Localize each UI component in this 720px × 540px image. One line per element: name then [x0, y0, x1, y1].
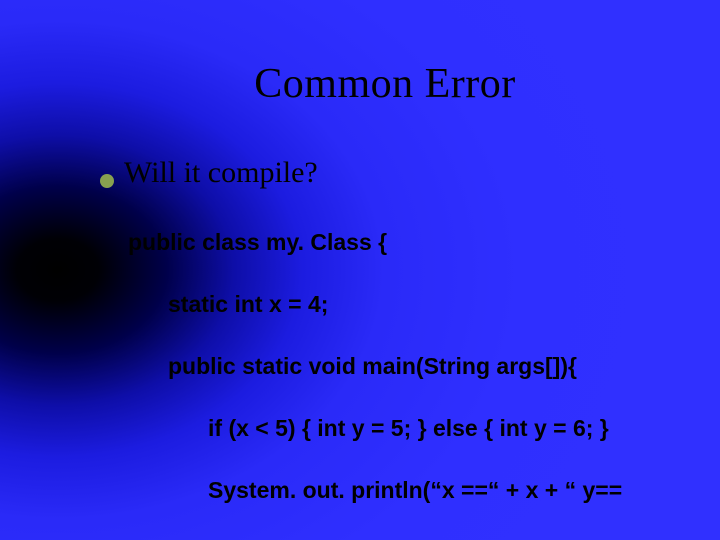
bullet-icon — [100, 174, 114, 188]
code-line: System. out. println(“x ==“ + x + “ y== — [128, 475, 670, 506]
code-line: public class my. Class { — [128, 227, 670, 258]
slide: Common Error Will it compile? public cla… — [0, 0, 720, 540]
code-line: if (x < 5) { int y = 5; } else { int y =… — [128, 413, 670, 444]
bullet-item: Will it compile? — [100, 156, 670, 190]
bullet-text: Will it compile? — [124, 156, 318, 190]
code-line: static int x = 4; — [128, 289, 670, 320]
code-block: public class my. Class { static int x = … — [128, 196, 670, 540]
code-line: public static void main(String args[]){ — [128, 351, 670, 382]
slide-title: Common Error — [100, 60, 670, 108]
